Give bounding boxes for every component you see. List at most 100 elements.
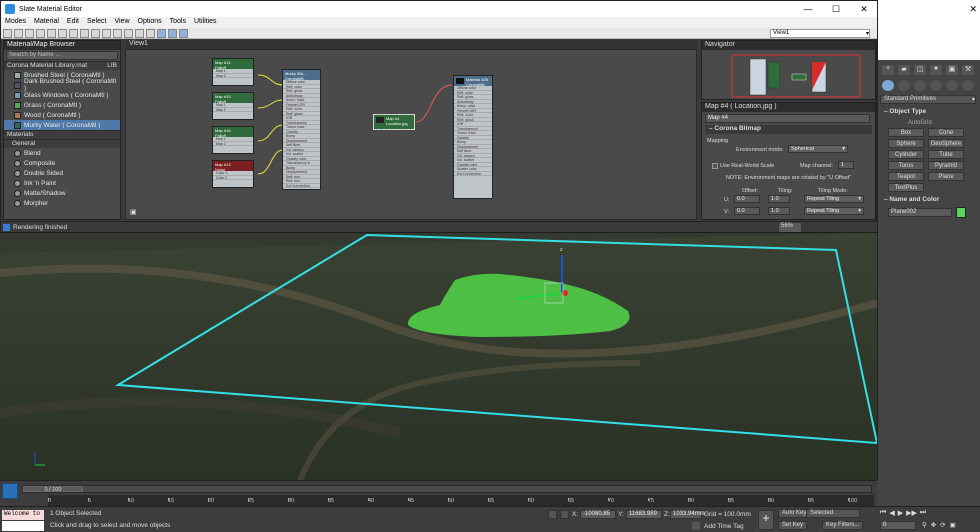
noise-node[interactable]: Map #13 Noise Color 1 Color 2 [212,160,254,188]
node-graph-view[interactable]: Map #14 Falloff Map 1 Map 2 Map #15 Fallof… [125,49,697,220]
current-frame-field[interactable]: 0 [880,521,916,530]
v-tiling-spinner[interactable]: 1.0 [768,207,790,215]
falloff-node[interactable]: Map #15 Falloff Map 1 Map 2 [212,92,254,120]
node-slot[interactable]: Map 2 [213,74,253,78]
autogrid-checkbox[interactable]: AutoGrid [908,120,932,126]
map-name-field[interactable]: Map #4 [705,114,870,123]
show-map-icon[interactable] [80,28,89,38]
list-item[interactable]: Murky Water ( CoronaMtl ) [4,120,120,130]
add-time-tag-button[interactable]: Add Time Tag [704,523,744,530]
cylinder-button[interactable]: Cylinder [888,150,924,159]
delete-icon[interactable] [47,28,56,38]
maximize-viewport-icon[interactable]: ▣ [950,521,956,529]
list-item[interactable]: Grass ( CoronaMtl ) [4,100,120,110]
object-name-field[interactable]: Plane002 [888,208,952,217]
hierarchy-tab-icon[interactable]: ◫ [914,65,926,75]
menu-edit[interactable]: Edit [63,17,83,28]
create-tab-icon[interactable]: + [882,65,894,75]
node-slot[interactable]: Color 2 [213,176,253,180]
absolute-mode-icon[interactable] [560,510,569,519]
torus-button[interactable]: Torus [888,161,924,170]
falloff-node[interactable]: Map #14 Falloff Map 1 Map 2 [212,58,254,86]
next-frame-icon[interactable]: ▶▶ [906,509,917,517]
x-coordinate-field[interactable]: -10080.85 [580,510,616,519]
maxscript-input[interactable] [2,521,44,531]
corona-bitmap-rollout[interactable]: – Corona Bitmap [705,125,872,134]
v-tiling-mode-dropdown[interactable]: Repeat Tiling ▾ [804,207,864,215]
time-tag-icon[interactable] [692,522,700,530]
list-item[interactable]: Composite [4,158,120,168]
navigator-preview[interactable] [702,50,877,100]
list-item[interactable]: Ink 'n Paint [4,178,120,188]
list-item[interactable]: Matte/Shadow [4,188,120,198]
geometry-icon[interactable] [882,80,894,91]
menu-utilities[interactable]: Utilities [190,17,221,28]
motion-tab-icon[interactable]: ● [930,65,942,75]
footsteps-icon[interactable]: ▣ [130,208,140,217]
layout-all-icon[interactable] [102,28,111,38]
menu-modes[interactable]: Modes [1,17,30,28]
time-slider[interactable]: 0 / 100 [22,485,872,493]
list-item[interactable]: Blend [4,148,120,158]
menu-options[interactable]: Options [134,17,166,28]
murky-water-node[interactable]: Murky Wa... CoronaMtl Diffuse color Refl.… [282,69,321,190]
u-offset-spinner[interactable]: 0.0 [734,195,760,203]
cameras-icon[interactable] [930,80,942,91]
spacewarps-icon[interactable] [962,80,974,91]
zoom-field[interactable]: 56% [779,223,801,232]
menu-tools[interactable]: Tools [166,17,190,28]
pick-material-icon[interactable] [14,28,23,38]
tube-button[interactable]: Tube [928,150,964,159]
menu-material[interactable]: Material [30,17,63,28]
map-channel-spinner[interactable]: 1 [838,161,854,169]
move-children-icon[interactable] [58,28,67,38]
frame-ruler[interactable]: 0 5 10 15 20 25 30 35 40 45 50 55 60 65 70 75 80 85 90 95 10… [48,495,874,506]
z-coordinate-field[interactable]: 1033.94mm [670,510,705,519]
primitive-category-dropdown[interactable]: Standard Primitives ▾ [880,95,976,104]
display-tab-icon[interactable]: ▣ [946,65,958,75]
pyramid-button[interactable]: Pyramid [928,161,964,170]
set-key-icon[interactable]: + [758,510,774,530]
maximize-icon[interactable]: ☐ [822,1,850,17]
minimize-icon[interactable]: — [794,1,822,17]
modify-tab-icon[interactable]: ▰ [898,65,910,75]
node-slot[interactable]: Ext Connection [454,172,492,176]
layout-icon[interactable] [179,28,188,38]
zoom-icon[interactable]: ⚲ [922,521,927,529]
sphere-button[interactable]: Sphere [888,139,924,148]
helpers-icon[interactable] [946,80,958,91]
utilities-tab-icon[interactable]: ⚒ [962,65,974,75]
u-tiling-spinner[interactable]: 1.0 [768,195,790,203]
layout-children-icon[interactable] [113,28,122,38]
assign-material-icon[interactable] [36,28,45,38]
list-item[interactable]: Dark Brushed Steel ( CoronaMtl ) [4,78,120,92]
node-slot[interactable]: Map 2 [213,108,253,112]
library-group-header[interactable]: Corona Material Library.mat LIB [4,61,120,70]
list-item[interactable]: Wood ( CoronaMtl ) [4,110,120,120]
object-color-swatch[interactable] [956,207,966,218]
nav-toggle-icon[interactable] [135,28,144,38]
play-icon[interactable]: ▶ [898,509,903,517]
name-color-rollout[interactable]: – Name and Color [880,196,976,205]
set-key-button[interactable]: Set Key [778,521,808,530]
menu-select[interactable]: Select [83,17,110,28]
select-tool-icon[interactable] [3,28,12,38]
list-item[interactable]: Glass Windows ( CoronaMtl ) [4,90,120,100]
close-icon[interactable]: ✕ [969,4,977,15]
general-group-header[interactable]: General [4,139,120,148]
u-tiling-mode-dropdown[interactable]: Repeat Tiling ▾ [804,195,864,203]
key-filters-button[interactable]: Key Filters... [822,521,864,530]
goto-end-icon[interactable]: ⏭ [920,509,926,517]
node-slot[interactable]: Ext Connection [283,184,320,188]
maxscript-listener[interactable]: Welcome to [2,510,44,520]
browser-toggle-icon[interactable] [168,28,177,38]
object-type-rollout[interactable]: – Object Type [880,108,976,117]
y-coordinate-field[interactable]: 11683.989 [626,510,662,519]
material-25-node[interactable]: Material #25 CoronaMtl Diffuse color Refl… [453,75,493,199]
time-slider-knob[interactable]: 0 / 100 [23,486,83,493]
prev-frame-icon[interactable]: ◀ [889,509,894,517]
select-by-material-icon[interactable] [157,28,166,38]
lock-icon[interactable] [548,510,557,519]
materials-group-header[interactable]: Materials [4,130,120,139]
hide-unused-icon[interactable] [69,28,78,38]
